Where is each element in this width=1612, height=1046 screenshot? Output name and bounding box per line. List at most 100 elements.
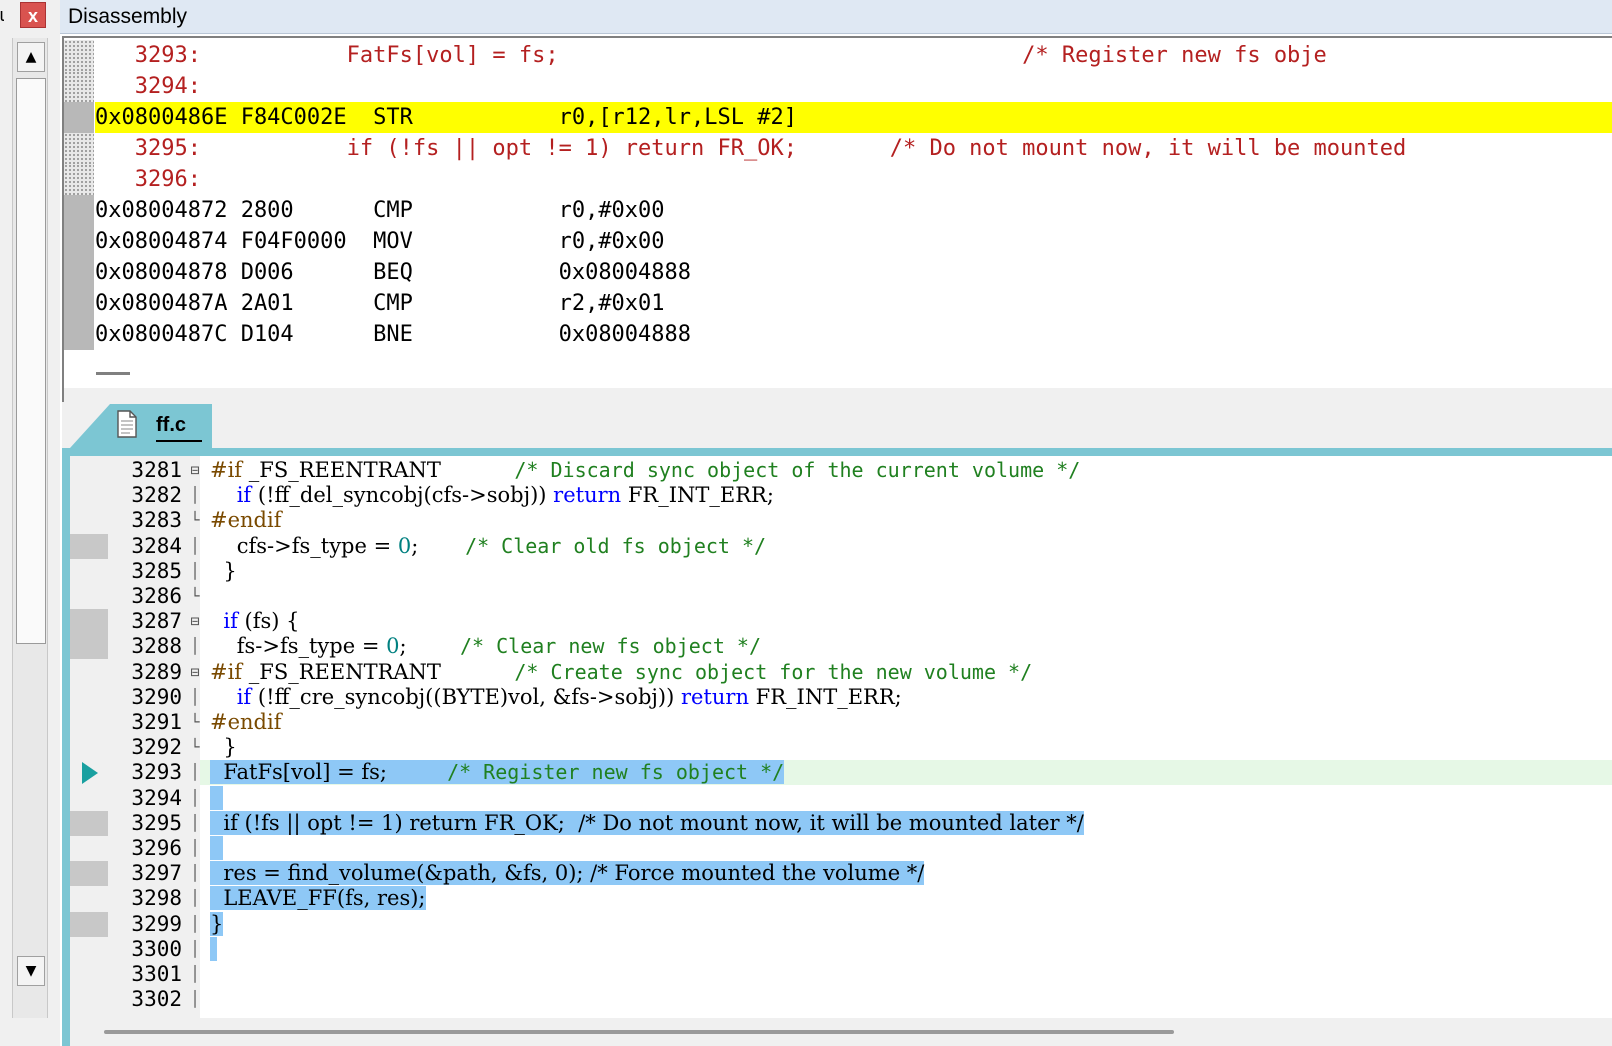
code-line[interactable]: 3282 │ if (!ff_del_syncobj(cfs->sobj)) re… [70, 483, 1612, 508]
breakpoint-margin[interactable] [70, 962, 108, 987]
code-line[interactable]: 3299 │} [70, 911, 1612, 937]
margin-marker[interactable] [64, 133, 94, 164]
line-number: 3301 [131, 962, 182, 986]
margin-marker[interactable] [64, 40, 94, 71]
breakpoint-margin[interactable] [70, 660, 108, 685]
scrollbar-thumb[interactable] [16, 78, 46, 644]
line-number: 3289 [131, 659, 182, 684]
code-text: cfs->fs_type = 0; /* Clear old fs object… [210, 534, 766, 559]
fold-guide: └ [190, 738, 200, 757]
breakpoint-margin[interactable] [70, 810, 108, 836]
breakpoint-margin[interactable] [70, 533, 108, 559]
vertical-scrollbar[interactable]: ▲ ▼ [12, 38, 48, 1018]
close-button[interactable]: x [20, 2, 46, 28]
scroll-down-button[interactable]: ▼ [17, 956, 45, 986]
fold-guide: └ [190, 713, 200, 731]
preprocessor-token: #endif [210, 508, 282, 533]
breakpoint-margin[interactable] [70, 710, 108, 735]
breakpoint-margin[interactable] [70, 609, 108, 635]
code-line[interactable]: 3290 │ if (!ff_cre_syncobj((BYTE)vol, &fs… [70, 685, 1612, 710]
fold-toggle-icon[interactable]: ⊟ [186, 458, 204, 483]
margin-marker[interactable] [64, 195, 94, 226]
asm-row[interactable]: 0x08004878 D006 BEQ 0x08004888 [64, 257, 1612, 288]
disassembly-pane[interactable]: 3293: FatFs[vol] = fs; /* Register new f… [62, 36, 1612, 388]
scroll-up-button[interactable]: ▲ [17, 42, 45, 72]
code-line[interactable]: 3281 ⊟ #if _FS_REENTRANT /* Discard sync o… [70, 458, 1612, 483]
line-number: 3287 [131, 609, 182, 634]
code-line[interactable]: 3284 │ cfs->fs_type = 0; /* Clear old fs … [70, 533, 1612, 559]
source-row[interactable]: 3294: [64, 71, 1612, 102]
source-row[interactable]: 3295: if (!fs || opt != 1) return FR_OK;… [64, 133, 1612, 164]
code-line[interactable]: 3292 └ } [70, 735, 1612, 760]
comment-token: /* Register new fs object */ [447, 760, 785, 785]
breakpoint-margin[interactable] [70, 911, 108, 937]
code-line[interactable]: 3285 │ } [70, 559, 1612, 584]
code-line[interactable]: 3287 ⊟ if (fs) { [70, 609, 1612, 635]
margin-marker[interactable] [64, 226, 94, 257]
breakpoint-margin[interactable] [70, 836, 108, 861]
horizontal-scrollbar-thumb[interactable] [104, 1030, 1174, 1034]
code-line[interactable]: 3286 └ [70, 584, 1612, 609]
code-line[interactable]: 3288 │ fs->fs_type = 0; /* Clear new fs o… [70, 634, 1612, 660]
asm-text: 0x08004872 2800 CMP r0,#0x00 [95, 198, 665, 223]
breakpoint-margin[interactable] [70, 735, 108, 760]
margin-marker[interactable] [64, 164, 94, 195]
preprocessor-token: #if [210, 458, 243, 482]
breakpoint-margin[interactable] [70, 987, 108, 1012]
margin-marker[interactable] [64, 102, 94, 133]
source-editor[interactable]: 3281 ⊟ #if _FS_REENTRANT /* Discard sync o… [62, 448, 1612, 1018]
breakpoint-margin[interactable] [70, 685, 108, 710]
source-row[interactable]: 3296: [64, 164, 1612, 195]
asm-row[interactable]: 0x0800486E F84C002E STR r0,[r12,lr,LSL #… [64, 102, 1612, 133]
code-line[interactable]: 3289 ⊟ #if _FS_REENTRANT /* Create sync ob… [70, 660, 1612, 685]
breakpoint-margin[interactable] [70, 937, 108, 962]
code-line[interactable]: 3293 │ FatFs[vol] = fs; /* Register new f… [131, 760, 1612, 786]
asm-row[interactable]: 0x08004874 F04F0000 MOV r0,#0x00 [64, 226, 1612, 257]
breakpoint-margin[interactable] [70, 786, 108, 811]
tab-label[interactable]: ff.c [156, 410, 186, 440]
breakpoint-margin[interactable] [70, 559, 108, 584]
pane-splitter-grip[interactable] [96, 372, 130, 375]
code-line[interactable]: 3300 │ [70, 936, 1612, 962]
breakpoint-margin[interactable] [70, 886, 108, 911]
asm-row[interactable]: 0x0800487C D104 BNE 0x08004888 [64, 319, 1612, 350]
code-line[interactable]: 3291 └ #endif [70, 710, 1612, 735]
code-line[interactable]: 3294 │ [70, 785, 1612, 811]
margin-marker[interactable] [64, 71, 94, 102]
code-line[interactable]: 3297 │ res = find_volume(&path, &fs, 0); … [70, 861, 1612, 887]
keyword-token: return [553, 483, 622, 508]
source-text: 3293: FatFs[vol] = fs; /* Register new f… [95, 43, 1327, 68]
code-line[interactable]: 3298 │ LEAVE_FF(fs, res); [70, 886, 1612, 911]
asm-row[interactable]: 0x0800487A 2A01 CMP r2,#0x01 [64, 288, 1612, 319]
keyword-token: if [236, 483, 252, 508]
pane-separator[interactable] [62, 388, 1612, 402]
code-token: _FS_REENTRANT [242, 659, 515, 684]
breakpoint-margin[interactable] [70, 760, 108, 785]
breakpoint-margin[interactable] [70, 508, 108, 533]
fold-toggle-icon[interactable]: ⊟ [186, 660, 204, 685]
code-token: ; [411, 533, 466, 558]
code-line[interactable]: 3302 │ [70, 987, 1612, 1012]
asm-row[interactable]: 0x08004872 2800 CMP r0,#0x00 [64, 195, 1612, 226]
comment-token: /* Discard sync object of the current vo… [514, 458, 1081, 482]
code-token [210, 836, 224, 860]
code-token: cfs->fs_type = [210, 533, 398, 558]
pin-icon[interactable]: ɩ [0, 2, 14, 28]
margin-marker[interactable] [64, 319, 94, 350]
code-line[interactable]: 3301 │ [70, 962, 1612, 987]
code-line[interactable]: 3295 │ if (!fs || opt != 1) return FR_OK;… [70, 810, 1612, 836]
fold-guide: │ [190, 561, 200, 580]
code-token: } [210, 735, 237, 760]
breakpoint-margin[interactable] [70, 634, 108, 660]
breakpoint-margin[interactable] [70, 458, 108, 483]
margin-marker[interactable] [64, 257, 94, 288]
breakpoint-margin[interactable] [70, 584, 108, 609]
breakpoint-margin[interactable] [70, 483, 108, 508]
fold-toggle-icon[interactable]: ⊟ [186, 609, 204, 634]
breakpoint-margin[interactable] [70, 861, 108, 887]
code-line[interactable]: 3283 └ #endif [70, 508, 1612, 533]
margin-marker[interactable] [64, 288, 94, 319]
code-line[interactable]: 3296 │ [70, 836, 1612, 861]
source-row[interactable]: 3293: FatFs[vol] = fs; /* Register new f… [64, 40, 1612, 71]
